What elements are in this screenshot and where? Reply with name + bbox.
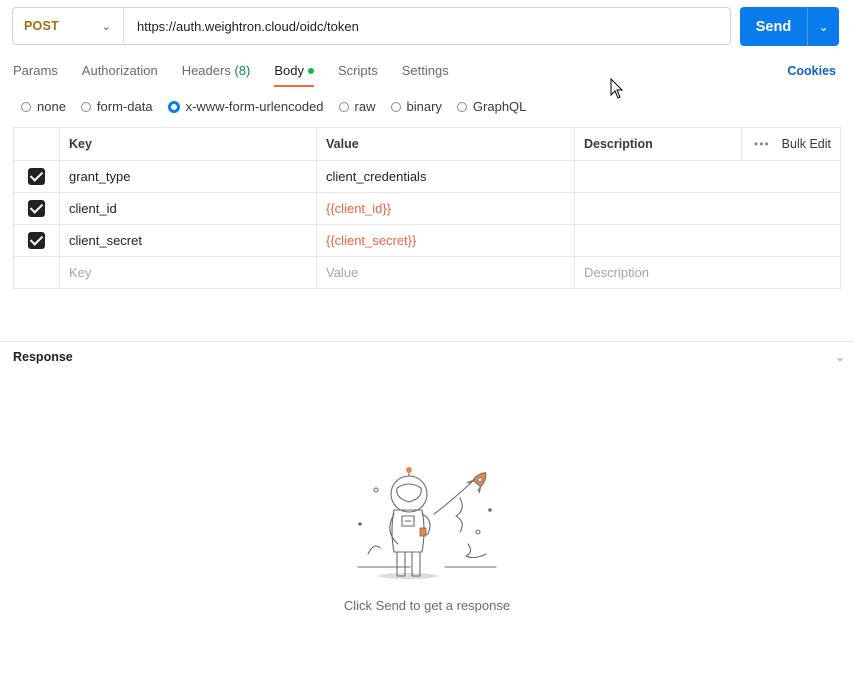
table-row: grant_type client_credentials [13,160,841,193]
response-divider [0,341,854,342]
row-checkbox-cell [13,224,60,257]
table-row: client_secret {{client_secret}} [13,224,841,257]
row-value[interactable]: {{client_id}} [316,192,575,225]
row-value[interactable]: client_credentials [316,160,575,193]
cookies-link[interactable]: Cookies [787,64,836,78]
row-checkbox-cell [13,160,60,193]
row-key[interactable]: client_secret [59,224,317,257]
table-row-new: Key Value Description [13,256,841,289]
new-value-input[interactable]: Value [316,256,575,289]
header-key: Key [59,127,317,161]
radio-binary[interactable]: binary [390,99,442,114]
header-checkbox-cell [13,127,60,161]
radio-selected-icon [167,100,180,113]
table-header-row: Key Value Description ••• Bulk Edit [13,127,841,161]
body-type-options: none form-data x-www-form-urlencoded raw… [21,99,541,114]
tab-settings[interactable]: Settings [402,63,449,87]
send-button[interactable]: Send [740,7,808,46]
headers-count: (8) [234,63,251,78]
new-key-input[interactable]: Key [59,256,317,289]
row-description[interactable] [574,160,841,193]
body-params-table: Key Value Description ••• Bulk Edit grant… [13,127,841,289]
checkbox-checked[interactable] [28,200,45,218]
new-description-input[interactable]: Description [574,256,841,289]
response-empty-hint: Click Send to get a response [343,598,511,613]
request-tabs: Params Authorization Headers (8) Body Sc… [13,63,473,87]
row-value[interactable]: {{client_secret}} [316,224,575,257]
collapse-chevron-icon[interactable]: ⌄ [835,350,845,364]
send-button-group: Send ⌄ [740,7,839,46]
row-key[interactable]: client_id [59,192,317,225]
mouse-pointer-icon [610,78,624,99]
tab-headers[interactable]: Headers (8) [182,63,251,87]
row-checkbox-cell [13,192,60,225]
row-description[interactable] [574,224,841,257]
chevron-down-icon: ⌄ [818,19,829,34]
tab-scripts[interactable]: Scripts [338,63,378,87]
radio-x-www-form-urlencoded[interactable]: x-www-form-urlencoded [167,99,324,114]
response-title: Response [13,350,73,364]
header-description: Description [574,127,742,161]
chevron-down-icon: ⌄ [101,20,111,33]
bulk-edit-button[interactable]: ••• Bulk Edit [741,127,841,161]
method-select[interactable]: POST ⌄ [13,8,124,44]
astronaut-rocket-illustration [357,467,497,579]
radio-circle-icon [456,101,467,112]
radio-circle-icon [80,101,91,112]
send-options-button[interactable]: ⌄ [808,7,839,46]
radio-raw[interactable]: raw [338,99,376,114]
radio-circle-icon [390,101,401,112]
header-value: Value [316,127,575,161]
radio-circle-icon [338,101,349,112]
row-key[interactable]: grant_type [59,160,317,193]
checkbox-checked[interactable] [28,168,45,186]
checkbox-checked[interactable] [28,232,45,250]
tab-params[interactable]: Params [13,63,58,87]
radio-form-data[interactable]: form-data [80,99,153,114]
row-description[interactable] [574,192,841,225]
radio-none[interactable]: none [21,99,66,114]
row-checkbox-cell [13,256,60,289]
radio-circle-icon [21,101,31,112]
more-dots-icon: ••• [754,137,770,151]
radio-graphql[interactable]: GraphQL [456,99,526,114]
body-indicator-dot [307,67,314,74]
url-input[interactable] [124,8,730,44]
method-label: POST [24,19,59,33]
table-row: client_id {{client_id}} [13,192,841,225]
url-bar: POST ⌄ [12,7,731,45]
tab-body[interactable]: Body [274,63,314,87]
tab-authorization[interactable]: Authorization [82,63,158,87]
